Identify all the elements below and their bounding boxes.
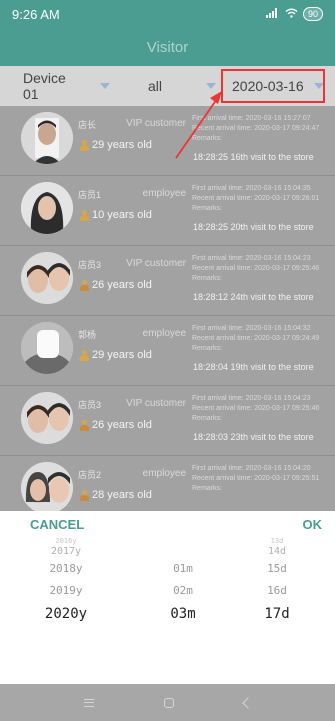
visit-summary: 18:28:03 23th visit to the store <box>193 432 314 442</box>
visitor-role: employee <box>142 188 186 199</box>
year-wheel[interactable]: 2016y 2017y 2018y 2019y 2020y <box>21 537 111 626</box>
month-wheel[interactable]: 01m 02m 03m <box>138 537 228 626</box>
device-filter-label: Device 01 <box>23 70 66 102</box>
visitor-name: 店员3 <box>78 260 102 270</box>
female-icon <box>80 419 89 431</box>
visitor-avatar <box>21 182 73 234</box>
ok-button[interactable]: OK <box>303 517 323 532</box>
visitor-role: employee <box>142 328 186 339</box>
female-icon <box>80 279 89 291</box>
visitor-age: 26 years old <box>80 279 152 291</box>
battery-icon: 90 <box>302 7 323 21</box>
visitor-name: 店员1 <box>78 190 102 200</box>
year-option[interactable]: 2017y <box>21 545 111 558</box>
home-icon[interactable] <box>163 697 174 708</box>
visitor-avatar <box>21 252 73 304</box>
day-option[interactable]: 15d <box>247 558 307 580</box>
page-title: Visitor <box>146 38 189 56</box>
visitor-row[interactable]: 店长 VIP customer 29 years old First arriv… <box>0 106 335 176</box>
visitor-age: 26 years old <box>80 419 152 431</box>
visit-summary: 18:28:25 16th visit to the store <box>193 152 314 162</box>
day-option[interactable]: 16d <box>247 580 307 602</box>
visitor-name: 店员3 <box>78 400 102 410</box>
visitor-row[interactable]: 店员3 VIP customer 26 years old First arri… <box>0 246 335 316</box>
visit-summary: 18:28:25 20th visit to the store <box>193 222 314 232</box>
day-selected[interactable]: 17d <box>247 602 307 626</box>
day-option[interactable]: 13d <box>247 537 307 545</box>
female-icon <box>80 489 89 501</box>
male-icon <box>80 139 89 151</box>
visitor-times: First arrival time: 2020-03-16 15:04:23 R… <box>192 395 320 422</box>
status-icons: 90 <box>265 7 323 21</box>
visitor-avatar <box>21 322 73 374</box>
back-icon[interactable] <box>241 696 254 709</box>
visitor-row[interactable]: 店员1 employee 10 years old First arrival … <box>0 176 335 246</box>
visitor-name: 店员2 <box>78 470 102 480</box>
visitor-times: First arrival time: 2020-03-16 15:04:32 R… <box>192 325 320 352</box>
visitor-times: First arrival time: 2020-03-16 15:04:20 R… <box>192 465 320 492</box>
day-option[interactable]: 14d <box>247 545 307 558</box>
visitor-avatar <box>21 112 73 164</box>
date-picker-sheet: CANCEL OK 2016y 2017y 2018y 2019y 2020y … <box>0 511 335 684</box>
visitor-avatar <box>21 462 73 511</box>
type-filter-label: all <box>147 78 162 94</box>
visitor-times: First arrival time: 2020-03-16 15:04:23 R… <box>192 255 320 282</box>
visitor-name: 郭杨 <box>78 330 97 340</box>
male-icon <box>80 209 89 221</box>
day-wheel[interactable]: 13d 14d 15d 16d 17d <box>247 537 307 626</box>
visitor-row[interactable]: 店员3 VIP customer 26 years old First arri… <box>0 386 335 456</box>
visitor-row[interactable]: 郭杨 employee 29 years old First arrival t… <box>0 316 335 386</box>
status-time: 9:26 AM <box>12 6 60 22</box>
cancel-button[interactable]: CANCEL <box>30 517 84 532</box>
picker-toolbar: CANCEL OK <box>0 511 335 537</box>
device-filter[interactable]: Device 01 <box>0 66 110 106</box>
year-selected[interactable]: 2020y <box>21 602 111 626</box>
year-option[interactable]: 2016y <box>21 537 111 545</box>
type-filter[interactable]: all <box>110 66 222 106</box>
visit-summary: 18:28:12 24th visit to the store <box>193 292 314 302</box>
year-option[interactable]: 2019y <box>21 580 111 602</box>
visit-summary: 18:28:04 19th visit to the store <box>193 362 314 372</box>
signal-icon <box>265 7 280 21</box>
dropdown-caret-icon <box>100 83 110 89</box>
visitor-role: VIP customer <box>126 258 186 269</box>
male-icon <box>80 349 89 361</box>
visitor-age: 10 years old <box>80 209 152 221</box>
visitor-avatar <box>21 392 73 444</box>
visitor-role: employee <box>142 468 186 479</box>
visitor-age: 28 years old <box>80 489 152 501</box>
visitor-role: VIP customer <box>126 118 186 129</box>
menu-icon[interactable] <box>83 698 94 707</box>
visitor-times: First arrival time: 2020-03-16 15:04:35 R… <box>192 185 320 212</box>
status-bar: 9:26 AM 90 <box>0 0 335 28</box>
app-header: Visitor <box>0 28 335 66</box>
wifi-icon <box>285 8 298 21</box>
year-option[interactable]: 2018y <box>21 558 111 580</box>
visitor-times: First arrival time: 2020-03-16 15:27:07 R… <box>192 115 320 142</box>
date-wheel[interactable]: 2016y 2017y 2018y 2019y 2020y 01m 02m 03… <box>0 537 335 684</box>
month-option[interactable]: 02m <box>138 580 228 602</box>
visitor-name: 店长 <box>78 120 97 130</box>
visitor-row[interactable]: 店员2 employee 28 years old First arrival … <box>0 456 335 511</box>
visitor-age: 29 years old <box>80 349 152 361</box>
date-highlight-box <box>221 69 325 103</box>
month-option[interactable]: 01m <box>138 558 228 580</box>
dropdown-caret-icon <box>206 83 216 89</box>
visitor-list: 店长 VIP customer 29 years old First arriv… <box>0 106 335 511</box>
visitor-role: VIP customer <box>126 398 186 409</box>
visitor-age: 29 years old <box>80 139 152 151</box>
month-selected[interactable]: 03m <box>138 602 228 626</box>
system-nav-bar <box>0 684 335 721</box>
